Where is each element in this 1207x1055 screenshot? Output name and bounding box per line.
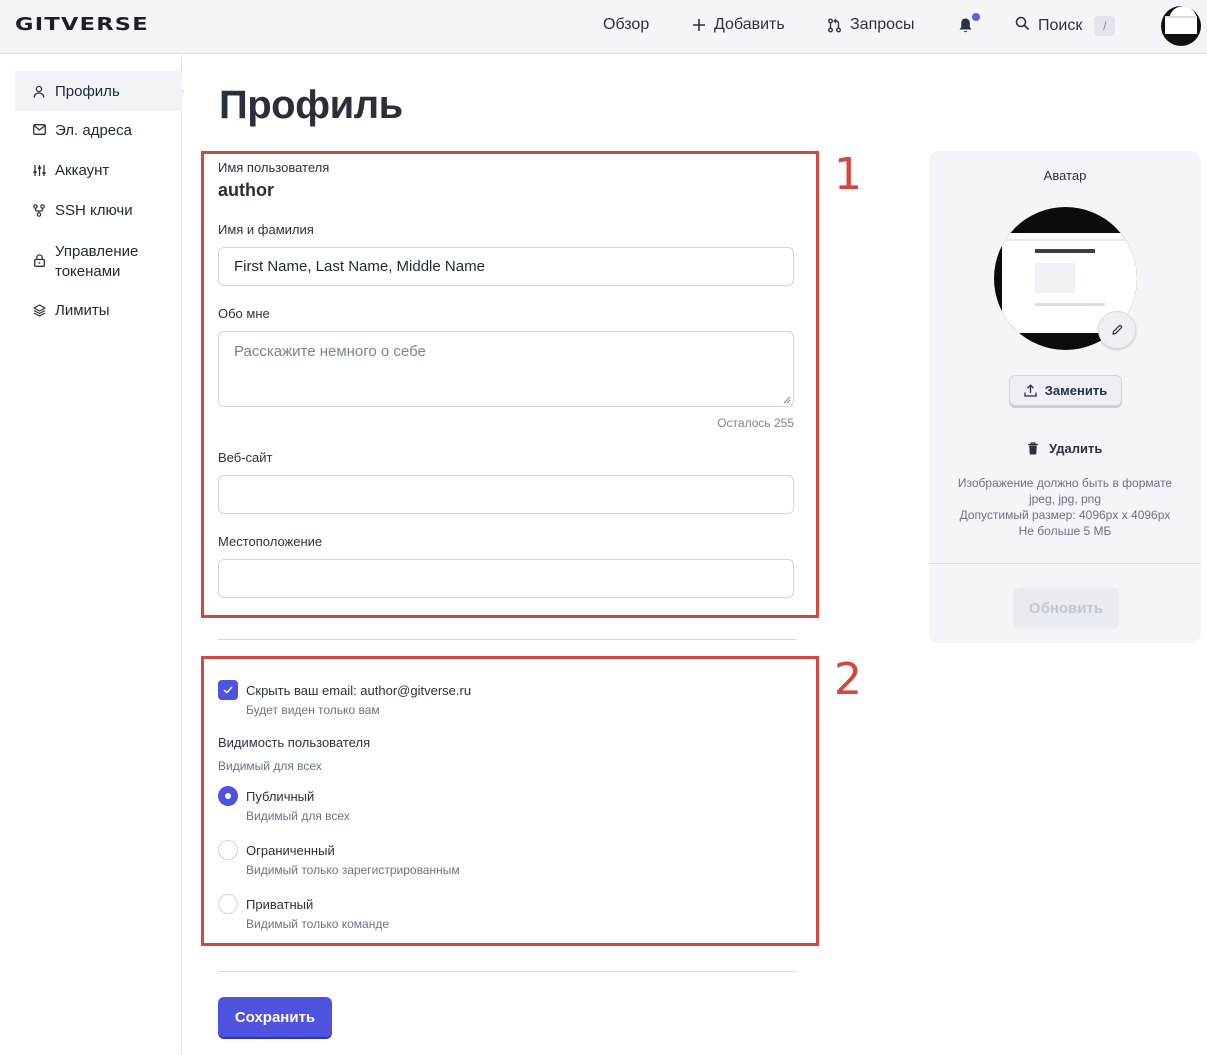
notification-dot <box>972 13 980 21</box>
update-avatar-button[interactable]: Обновить <box>1013 588 1119 628</box>
delete-avatar-button[interactable]: Удалить <box>1027 441 1102 456</box>
nav-requests-link[interactable]: Запросы <box>827 16 915 34</box>
visibility-title: Видимость пользователя <box>218 735 371 750</box>
nav-add-button[interactable]: Добавить <box>692 16 785 34</box>
edit-avatar-button[interactable] <box>1098 311 1136 349</box>
section-divider <box>218 639 796 640</box>
hide-email-label: Скрыть ваш email: author@gitverse.ru <box>246 683 472 698</box>
avatar-hint-line: Изображение должно быть в формате <box>957 476 1173 490</box>
trash-icon <box>1028 442 1038 455</box>
visibility-private-label: Приватный <box>246 897 314 912</box>
top-navbar: GITVERSE Обзор Добавить Запросы Поиск / <box>0 0 1207 54</box>
username-label: Имя пользователя <box>218 160 330 175</box>
visibility-public-label: Публичный <box>246 789 315 804</box>
website-label: Веб-сайт <box>218 450 273 465</box>
search-label: Поиск <box>1038 17 1083 34</box>
search-shortcut-badge: / <box>1094 16 1116 36</box>
annotation-label-2: 2 <box>834 654 862 705</box>
pencil-icon <box>1112 324 1123 335</box>
lock-icon <box>32 254 46 267</box>
layers-icon <box>32 304 46 317</box>
sidebar-item-emails[interactable]: Эл. адреса <box>15 122 182 139</box>
avatar-card-title: Аватар <box>1043 168 1087 183</box>
about-char-counter: Осталось 255 <box>717 416 794 430</box>
sidebar-item-label: SSH ключи <box>55 202 133 219</box>
nav-add-label: Добавить <box>714 16 785 33</box>
section-divider <box>218 971 796 972</box>
upload-icon <box>1024 384 1037 397</box>
checkmark-icon <box>223 686 233 694</box>
avatar-hint-line: Допустимый размер: 4096px x 4096px <box>959 508 1171 522</box>
bell-icon[interactable] <box>958 17 973 39</box>
avatar-card: Аватар Заменить Удалить Изображение долж… <box>929 151 1201 643</box>
nav-overview-link[interactable]: Обзор <box>603 16 649 34</box>
replace-avatar-label: Заменить <box>1044 383 1108 398</box>
visibility-limited-description: Видимый только зарегистрированным <box>246 863 460 877</box>
sidebar-item-tokens[interactable]: Управление токенами <box>15 242 182 282</box>
location-input[interactable] <box>218 559 794 598</box>
visibility-limited-radio[interactable] <box>218 840 238 860</box>
save-button[interactable]: Сохранить <box>218 997 332 1037</box>
sidebar-item-limits[interactable]: Лимиты <box>15 302 182 319</box>
avatar-card-divider <box>929 563 1201 564</box>
gitverse-logo[interactable]: GITVERSE <box>15 14 149 35</box>
fullname-label: Имя и фамилия <box>218 222 314 237</box>
sidebar-item-account[interactable]: Аккаунт <box>15 162 182 179</box>
plus-icon <box>692 18 706 32</box>
avatar-hint-line: Не больше 5 МБ <box>1018 524 1112 538</box>
hide-email-checkbox[interactable] <box>218 680 238 700</box>
sidebar-item-profile[interactable]: Профиль <box>15 71 182 111</box>
search-button[interactable]: Поиск / <box>1015 16 1116 36</box>
key-icon <box>32 204 46 217</box>
visibility-public-description: Видимый для всех <box>246 809 350 823</box>
about-label: Обо мне <box>218 306 270 321</box>
about-textarea[interactable]: Расскажите немного о себе <box>218 331 794 407</box>
nav-overview-label: Обзор <box>603 16 650 33</box>
annotation-label-1: 1 <box>834 149 862 200</box>
user-icon <box>32 85 46 98</box>
sidebar-item-label: Профиль <box>55 82 120 100</box>
pull-request-icon <box>827 18 842 33</box>
hide-email-description: Будет виден только вам <box>246 703 380 717</box>
replace-avatar-button[interactable]: Заменить <box>1009 375 1122 406</box>
username-value: author <box>218 180 274 200</box>
website-input[interactable] <box>218 475 794 514</box>
sidebar-item-label: Эл. адреса <box>55 122 132 139</box>
sidebar-item-label: Управление токенами <box>55 243 139 280</box>
sliders-icon <box>32 164 46 177</box>
visibility-current: Видимый для всех <box>218 759 322 773</box>
about-placeholder: Расскажите немного о себе <box>234 343 426 360</box>
visibility-private-description: Видимый только команде <box>246 917 390 931</box>
resize-handle-icon[interactable] <box>783 396 791 404</box>
sidebar-item-label: Лимиты <box>55 302 110 319</box>
location-label: Местоположение <box>218 534 323 549</box>
page-title: Профиль <box>219 83 403 127</box>
visibility-public-radio[interactable] <box>218 786 238 806</box>
visibility-limited-label: Ограниченный <box>246 843 335 858</box>
user-avatar[interactable] <box>1161 6 1201 46</box>
search-icon <box>1015 16 1030 36</box>
delete-avatar-label: Удалить <box>1049 441 1103 456</box>
fullname-input-value: First Name, Last Name, Middle Name <box>234 258 485 275</box>
sidebar-item-ssh-keys[interactable]: SSH ключи <box>15 202 182 219</box>
avatar-hint-line: jpeg, jpg, png <box>1028 492 1102 506</box>
nav-requests-label: Запросы <box>850 16 915 33</box>
sidebar-item-label: Аккаунт <box>55 162 110 179</box>
mail-icon <box>32 124 46 135</box>
visibility-private-radio[interactable] <box>218 894 238 914</box>
fullname-input[interactable]: First Name, Last Name, Middle Name <box>218 247 794 286</box>
